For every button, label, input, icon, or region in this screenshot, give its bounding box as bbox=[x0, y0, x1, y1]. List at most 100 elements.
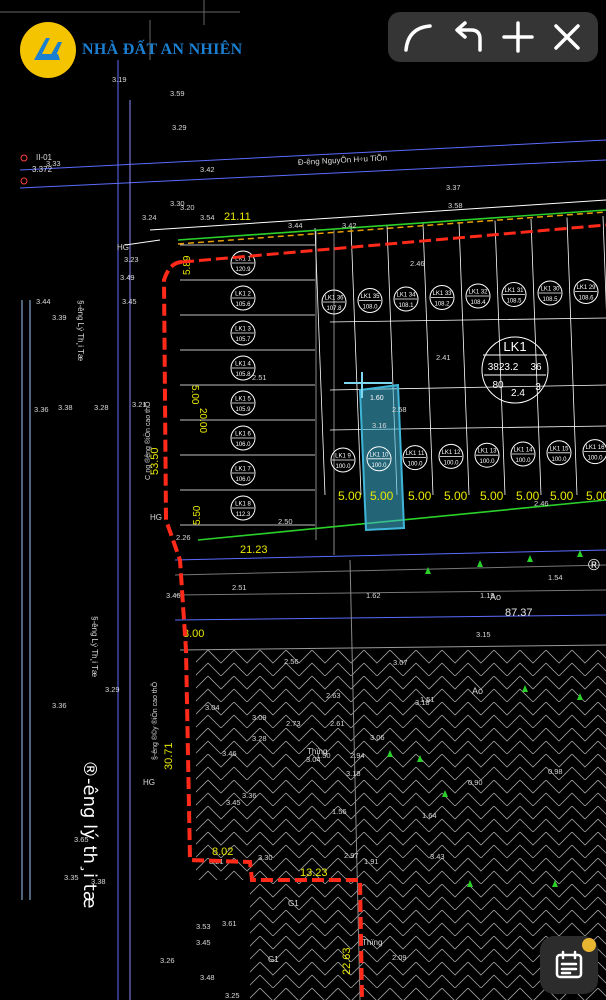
elevation-label: 3.15 bbox=[476, 630, 491, 639]
lot-id: LK1 29 bbox=[576, 285, 596, 291]
lot-divider bbox=[566, 217, 578, 496]
dim-label: 21.11 bbox=[224, 211, 251, 223]
elevation-label: 2.58 bbox=[392, 405, 407, 414]
dim-label: 5.00 bbox=[444, 489, 468, 503]
curve-arc-icon bbox=[404, 24, 432, 52]
elevation-label: 3.45 bbox=[122, 297, 137, 306]
calendar-button[interactable] bbox=[540, 936, 598, 994]
elevation-label: 3.46 bbox=[222, 749, 237, 758]
dim-label: 21.23 bbox=[240, 544, 268, 556]
elevation-label: 2.73 bbox=[286, 719, 301, 728]
draw-curve-button[interactable] bbox=[399, 17, 439, 57]
lot-area: 112.3 bbox=[236, 512, 251, 518]
lot-id: LK1 34 bbox=[396, 293, 416, 299]
elevation-label: 1.56 bbox=[332, 807, 347, 816]
lot-area: 106.0 bbox=[235, 442, 251, 448]
elevation-label: 2.50 bbox=[278, 517, 293, 526]
lot-marker: LK1 13 100.0 bbox=[474, 442, 500, 468]
close-button[interactable] bbox=[547, 17, 587, 57]
street-label-inner-a: C¸ng ®êng ®iÖn cao thÕ bbox=[143, 401, 152, 480]
elevation-label: 3.28 bbox=[94, 403, 109, 412]
lot-divider bbox=[350, 226, 362, 496]
elevation-label: 3.35 bbox=[64, 873, 79, 882]
elevation-label: 3.36 bbox=[52, 701, 67, 710]
misc-label: HG bbox=[143, 778, 155, 787]
misc-label: ® bbox=[588, 557, 600, 574]
elevation-label: 3.37 bbox=[446, 183, 461, 192]
road-line bbox=[174, 614, 606, 621]
elevation-label: 3.61 bbox=[222, 919, 237, 928]
misc-label: HG bbox=[117, 243, 129, 252]
lot-id: LK1 35 bbox=[360, 294, 380, 300]
lot-markers: LK1 1120.9LK1 2105.6LK1 3105.7LK1 4105.8… bbox=[230, 250, 606, 521]
lot-marker: LK1 33 108.2 bbox=[429, 285, 455, 310]
lot-area: 108.2 bbox=[434, 302, 450, 308]
elevation-label: 3.45 bbox=[226, 798, 241, 807]
block-value-b: 2.4 bbox=[511, 388, 525, 399]
elevation-label: 3.20 bbox=[180, 203, 195, 212]
elevation-label: 3.58 bbox=[448, 201, 463, 210]
block-lot-count: 36 bbox=[530, 362, 542, 373]
undo-button[interactable] bbox=[448, 17, 488, 57]
lot-marker: LK1 8 112.3 bbox=[230, 495, 256, 521]
misc-label: G1 bbox=[268, 955, 279, 964]
lot-id: LK1 12 bbox=[441, 450, 461, 456]
dim-label: 5.00 bbox=[586, 489, 606, 503]
lot-id: LK1 10 bbox=[369, 452, 389, 458]
lot-marker: LK1 14 100.0 bbox=[510, 441, 536, 467]
elevation-label: 3.44 bbox=[36, 297, 51, 306]
elevation-label: 3.28 bbox=[252, 734, 267, 743]
brand-name: NHÀ ĐẤT AN NHIÊN bbox=[82, 41, 243, 58]
lot-marker: LK1 5 105.9 bbox=[230, 390, 256, 416]
elevation-label: 2.63 bbox=[326, 691, 341, 700]
elevation-label: 3.38 bbox=[58, 403, 73, 412]
dim-label: 5.00 bbox=[480, 489, 504, 503]
lot-area: 108.1 bbox=[398, 303, 414, 309]
elevation-label: 3.39 bbox=[52, 313, 67, 322]
lot-area: 100.0 bbox=[479, 459, 495, 465]
misc-label: Ao bbox=[472, 686, 483, 696]
grid-marker-dot bbox=[20, 154, 28, 162]
lot-area: 100.0 bbox=[551, 457, 567, 463]
misc-label: HG bbox=[150, 513, 162, 522]
elevation-label: 3.59 bbox=[170, 89, 185, 98]
tree-marker bbox=[425, 567, 431, 574]
calendar-icon bbox=[555, 950, 583, 979]
street-label-west-b: §-êng Lý Th¸i Tæ bbox=[90, 616, 99, 677]
lot-id: LK1 9 bbox=[335, 454, 351, 460]
close-x-icon bbox=[554, 24, 580, 50]
elevation-label: 3.29 bbox=[105, 685, 120, 694]
street-label-west-big: ®-êng lý th¸i tæ bbox=[79, 760, 100, 909]
elevation-label: 3.44 bbox=[288, 221, 303, 230]
lot-id: LK1 14 bbox=[513, 448, 533, 454]
elevation-label: 3.06 bbox=[370, 733, 385, 742]
dim-label: 5.89 bbox=[182, 255, 193, 275]
lot-marker: LK1 12 100.0 bbox=[438, 443, 464, 469]
elevation-label: 2.51 bbox=[232, 583, 247, 592]
elevation-label: 3.36 bbox=[34, 405, 49, 414]
lot-divider bbox=[329, 317, 606, 323]
lot-area: 108.6 bbox=[578, 296, 594, 302]
lot-marker: LK1 4 105.8 bbox=[230, 355, 256, 381]
elevation-label: 3.53 bbox=[196, 922, 211, 931]
block-area: 3823.2 bbox=[488, 362, 519, 373]
elevation-label: 2.46 bbox=[534, 499, 549, 508]
lot-id: LK1 2 bbox=[235, 292, 251, 298]
dim-label: 20.00 bbox=[197, 408, 208, 433]
road-line bbox=[179, 644, 606, 651]
dim-label: 5.50 bbox=[192, 505, 203, 525]
plus-icon bbox=[502, 21, 534, 53]
elevation-label: 3.43 bbox=[430, 852, 445, 861]
add-button[interactable] bbox=[498, 17, 538, 57]
dim-label: 5.00 bbox=[338, 489, 362, 503]
dim-label: 87.37 bbox=[505, 607, 533, 619]
elevation-label: 0.98 bbox=[548, 767, 563, 776]
lot-marker: LK1 9 100.0 bbox=[330, 447, 356, 473]
elevation-label: 2.09 bbox=[392, 953, 407, 962]
elevation-label: 3.04 bbox=[205, 703, 220, 712]
elevation-label: 3.54 bbox=[200, 213, 215, 222]
lot-id: LK1 8 bbox=[235, 502, 251, 508]
elevation-label: 3.04 bbox=[306, 755, 321, 764]
lot-id: LK1 4 bbox=[235, 362, 251, 368]
elevation-label: 3.25 bbox=[225, 991, 240, 1000]
